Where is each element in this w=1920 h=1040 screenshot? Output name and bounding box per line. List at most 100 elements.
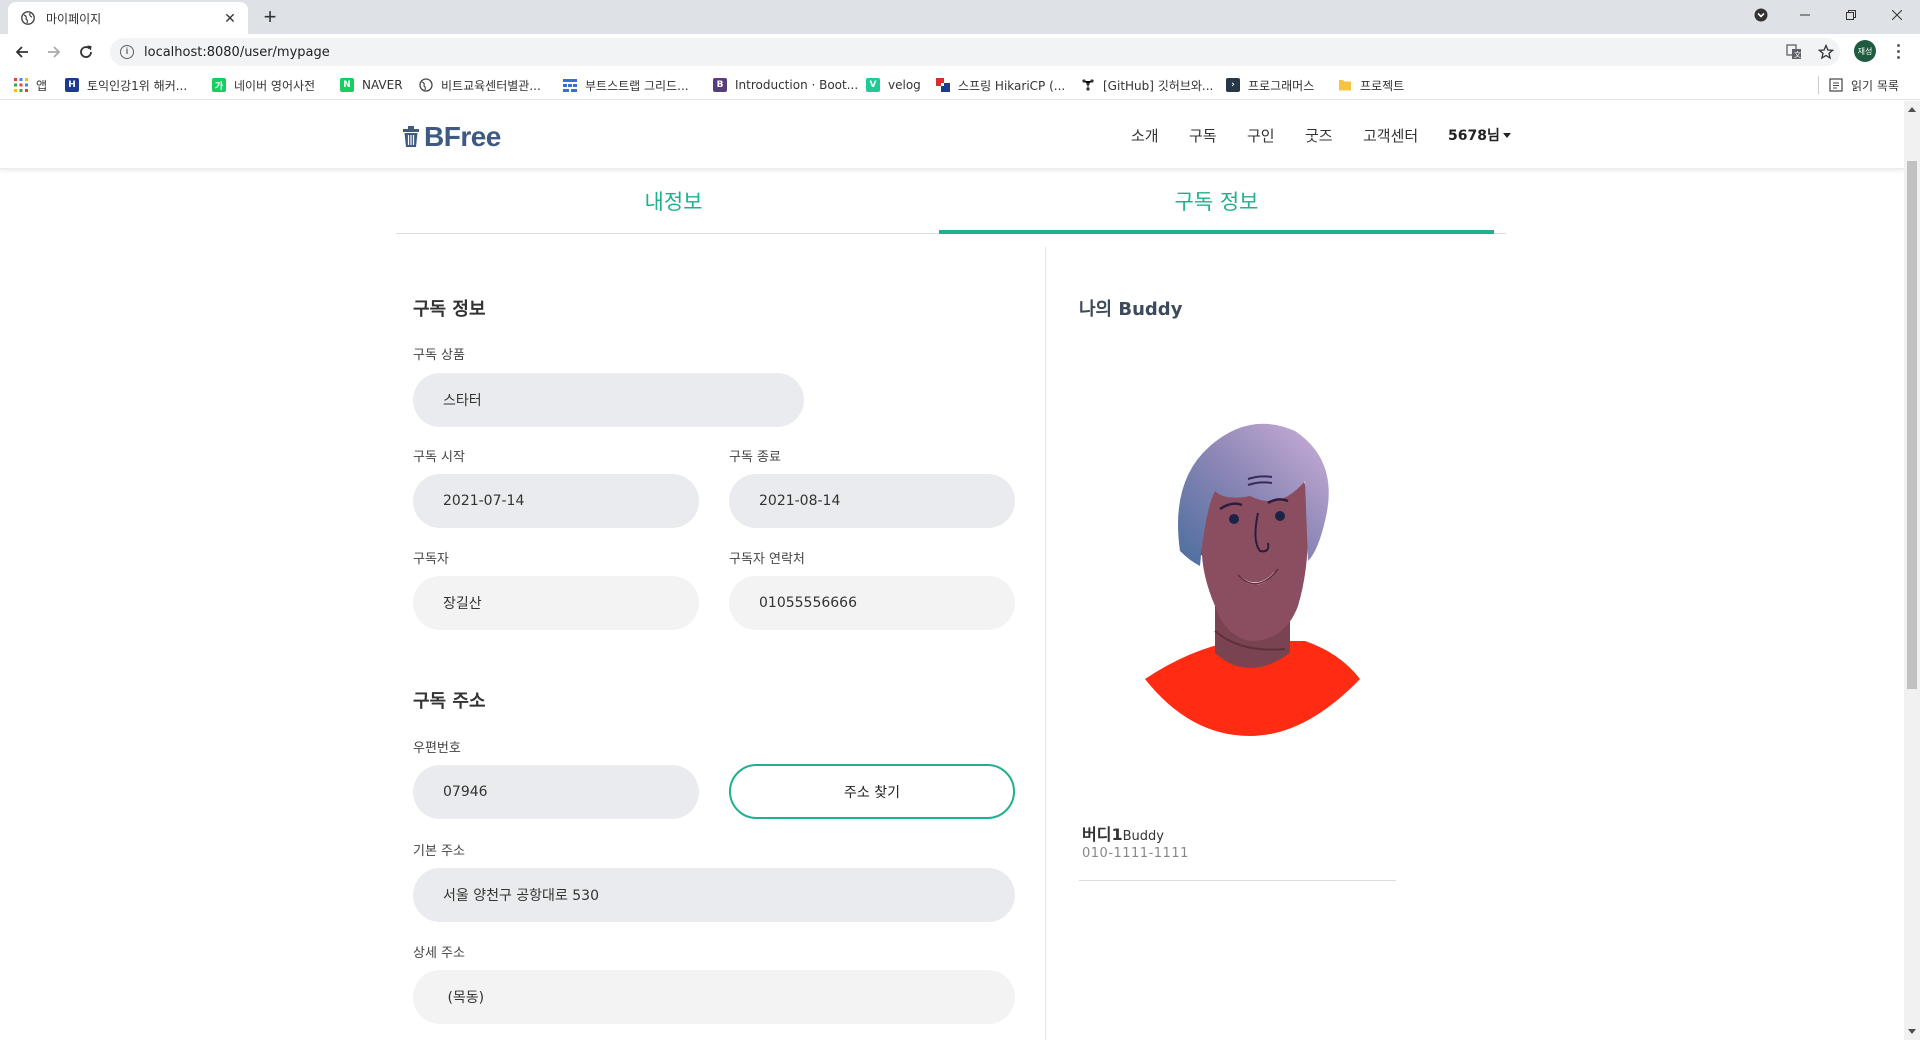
new-tab-icon[interactable]: +: [258, 5, 282, 29]
bookmark-label: 부트스트랩 그리드...: [585, 78, 689, 93]
page-scrollbar[interactable]: [1904, 101, 1920, 1040]
bookmark-label: 프로그래머스: [1248, 78, 1315, 93]
reading-list[interactable]: 읽기 목록: [1818, 76, 1899, 94]
github-dots-icon: [1081, 78, 1095, 92]
nav-goods[interactable]: 굿즈: [1305, 125, 1333, 146]
globe-icon: [20, 10, 36, 26]
nav-subscribe[interactable]: 구독: [1189, 125, 1217, 146]
bookmark-apps[interactable]: 앱: [14, 76, 47, 94]
bookmark-project-folder[interactable]: 프로젝트: [1338, 76, 1404, 94]
buddy-section-title: 나의 Buddy: [1079, 299, 1183, 320]
restore-icon[interactable]: [1828, 0, 1874, 30]
scroll-up-icon[interactable]: [1908, 107, 1916, 112]
address-section-title: 구독 주소: [413, 691, 486, 712]
browser-tab[interactable]: 마이페이지 ✕: [8, 2, 248, 34]
bookmark-naver[interactable]: N NAVER: [340, 76, 403, 94]
bookmark-label: Introduction · Boot...: [735, 78, 859, 92]
bookmark-label: [GitHub] 깃허브와...: [1103, 78, 1214, 93]
profile-avatar[interactable]: 재성: [1854, 40, 1876, 62]
url-text: localhost:8080/user/mypage: [144, 44, 330, 60]
start-date-field: 2021-07-14: [413, 474, 699, 528]
bookmark-hikaricp[interactable]: 스프링 HikariCP (...: [936, 76, 1065, 94]
base-address-field: 서울 양천구 공항대로 530: [413, 868, 1015, 922]
browser-toolbar: i localhost:8080/user/mypage 文: [0, 34, 1920, 70]
bookmark-programmers[interactable]: › 프로그래머스: [1226, 76, 1314, 94]
caret-down-icon: [1502, 132, 1511, 138]
close-window-icon[interactable]: [1874, 0, 1920, 30]
bookmark-label: velog: [888, 78, 921, 92]
nav-customer-center[interactable]: 고객센터: [1363, 125, 1418, 146]
user-menu-label: 5678님: [1448, 128, 1500, 144]
apps-grid-icon: [14, 78, 28, 92]
buddy-name-main: 버디1: [1082, 825, 1123, 844]
bookmark-hackers[interactable]: H 토익인강1위 해커...: [65, 76, 187, 94]
scroll-down-icon[interactable]: [1908, 1029, 1916, 1034]
buddy-name-suffix: Buddy: [1122, 829, 1164, 844]
nav-recruit[interactable]: 구인: [1247, 125, 1275, 146]
forward-icon[interactable]: [42, 40, 66, 64]
product-label: 구독 상품: [413, 348, 465, 363]
subscriber-label: 구독자: [413, 552, 449, 567]
bookmark-label: 프로젝트: [1360, 78, 1405, 93]
folder-icon: [1338, 78, 1352, 92]
translate-icon[interactable]: 文: [1783, 41, 1805, 63]
buddy-name: 버디1 Buddy: [1082, 821, 1164, 845]
detail-address-field[interactable]: (목동): [413, 970, 1015, 1024]
buddy-phone: 010-1111-1111: [1082, 846, 1189, 861]
bookmark-naver-dict[interactable]: 가 네이버 영어사전: [212, 76, 315, 94]
base-address-label: 기본 주소: [413, 844, 465, 859]
zipcode-label: 우편번호: [413, 741, 461, 756]
reading-list-icon: [1829, 78, 1843, 92]
buddy-divider: [1079, 880, 1396, 881]
mypage-tabs: 내정보 구독 정보: [396, 178, 1506, 234]
tab-my-info[interactable]: 내정보: [396, 178, 951, 234]
browser-tab-title: 마이페이지: [46, 11, 102, 26]
tistory-icon: [936, 78, 950, 92]
bookmark-star-icon[interactable]: [1815, 41, 1837, 63]
grid-table-icon: [563, 78, 577, 92]
velog-v-icon: V: [866, 78, 880, 92]
subscription-section-title: 구독 정보: [413, 299, 486, 320]
bookmark-bit-edu[interactable]: 비트교육센터별관...: [419, 76, 541, 94]
back-icon[interactable]: [10, 40, 34, 64]
reading-list-label: 읽기 목록: [1851, 78, 1899, 93]
hackers-h-icon: H: [65, 78, 79, 92]
bookmark-label: 토익인강1위 해커...: [87, 78, 188, 93]
subscriber-phone-field[interactable]: 01055556666: [729, 576, 1015, 630]
close-tab-icon[interactable]: ✕: [222, 10, 238, 27]
subscriber-field[interactable]: 장길산: [413, 576, 699, 630]
bookmark-bootstrap-intro[interactable]: B Introduction · Boot...: [713, 76, 858, 94]
site-logo[interactable]: BFree: [402, 121, 501, 153]
bookmark-label: 앱: [36, 78, 48, 93]
bookmark-github[interactable]: [GitHub] 깃허브와...: [1081, 76, 1213, 94]
detail-address-label: 상세 주소: [413, 946, 465, 961]
reload-icon[interactable]: [74, 40, 98, 64]
browser-tab-strip: 마이페이지 ✕ +: [0, 0, 1920, 34]
zipcode-field: 07946: [413, 765, 699, 819]
programmers-icon: ›: [1226, 78, 1240, 92]
browser-menu-icon[interactable]: [1888, 40, 1908, 62]
svg-text:文: 文: [1794, 50, 1801, 59]
nav-intro[interactable]: 소개: [1131, 125, 1159, 146]
logo-bin-icon: [402, 126, 420, 148]
bookmark-bootstrap-grid[interactable]: 부트스트랩 그리드...: [563, 76, 689, 94]
site-info-icon[interactable]: i: [120, 45, 134, 59]
naver-dict-icon: 가: [212, 78, 226, 92]
end-date-field: 2021-08-14: [729, 474, 1015, 528]
minimize-icon[interactable]: [1782, 0, 1828, 30]
bootstrap-b-icon: B: [713, 78, 727, 92]
scrollbar-thumb[interactable]: [1907, 161, 1917, 689]
bookmark-velog[interactable]: V velog: [866, 76, 921, 94]
start-date-label: 구독 시작: [413, 450, 465, 465]
bookmark-label: 비트교육센터별관...: [441, 78, 541, 93]
tab-subscription-info[interactable]: 구독 정보: [939, 178, 1494, 234]
tab-search-icon[interactable]: [1738, 0, 1784, 30]
subscriber-phone-label: 구독자 연락처: [729, 552, 805, 567]
user-menu-dropdown[interactable]: 5678님: [1448, 125, 1511, 145]
bookmarks-bar: 앱 H 토익인강1위 해커... 가 네이버 영어사전 N NAVER 비트교육…: [0, 70, 1920, 100]
end-date-label: 구독 종료: [729, 450, 781, 465]
address-bar[interactable]: i localhost:8080/user/mypage: [110, 38, 1840, 66]
find-address-button[interactable]: 주소 찾기: [729, 764, 1015, 819]
logo-text: BFree: [424, 121, 501, 152]
site-header: BFree 소개 구독 구인 굿즈 고객센터 5678님: [0, 101, 1904, 169]
